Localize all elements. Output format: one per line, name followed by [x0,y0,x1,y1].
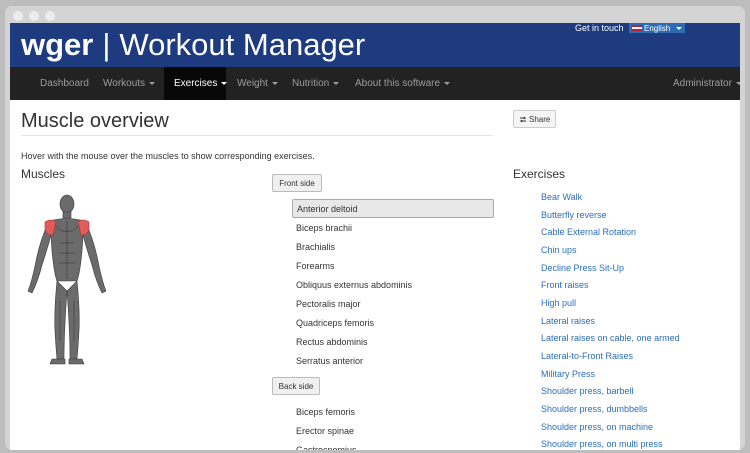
exercise-link[interactable]: Butterfly reverse [541,206,680,224]
muscle-item-quadriceps-femoris[interactable]: Quadriceps femoris [292,313,494,332]
exercise-link[interactable]: Shoulder press, on machine [541,418,680,436]
page-title: Muscle overview [21,110,169,132]
exercise-link[interactable]: Lateral-to-Front Raises [541,347,680,365]
nav-workouts[interactable]: Workouts [93,67,165,100]
muscle-item-biceps-femoris[interactable]: Biceps femoris [292,402,494,421]
nav-dashboard-label: Dashboard [40,78,89,89]
maximize-dot[interactable] [45,11,55,21]
share-label: Share [529,114,551,124]
nav-exercises[interactable]: Exercises [164,67,228,100]
exercise-link[interactable]: Front raises [541,276,680,294]
caret-down-icon [735,82,740,85]
exercise-link[interactable]: Bear Walk [541,188,680,206]
get-in-touch-link[interactable]: Get in touch [575,23,624,33]
caret-down-icon [444,82,451,85]
muscle-item-obliquus-externus[interactable]: Obliquus externus abdominis [292,275,494,294]
caret-down-icon [149,82,156,85]
nav-nutrition[interactable]: Nutrition [282,67,349,100]
site-header: wger | Workout Manager Get in touch Engl… [10,23,740,67]
nav-weight-label: Weight [237,78,268,89]
muscles-heading: Muscles [21,167,66,181]
muscle-item-anterior-deltoid[interactable]: Anterior deltoid [292,199,494,218]
muscle-item-biceps-brachii[interactable]: Biceps brachii [292,218,494,237]
browser-window: wger | Workout Manager Get in touch Engl… [5,6,745,450]
brand[interactable]: wger | Workout Manager [21,23,365,67]
close-dot[interactable] [13,11,23,21]
caret-down-icon [271,82,278,85]
exercise-link[interactable]: Decline Press Sit-Up [541,259,680,277]
muscle-item-forearms[interactable]: Forearms [292,256,494,275]
exercise-link[interactable]: Shoulder press, barbell [541,383,680,401]
muscle-figure-front[interactable] [22,191,112,366]
exercise-link[interactable]: High pull [541,294,680,312]
muscle-item-serratus-anterior[interactable]: Serratus anterior [292,351,494,370]
share-icon [519,116,527,122]
hover-hint: Hover with the mouse over the muscles to… [21,151,315,161]
caret-down-icon [676,26,683,30]
uk-flag-icon [632,25,642,31]
exercise-link[interactable]: Lateral raises on cable, one armed [541,330,680,348]
title-divider [21,135,493,136]
nav-dashboard[interactable]: Dashboard [30,67,99,100]
muscle-item-erector-spinae[interactable]: Erector spinae [292,421,494,440]
muscle-item-rectus-abdominis[interactable]: Rectus abdominis [292,332,494,351]
nav-user-menu[interactable]: Administrator [663,67,740,100]
nav-about-label: About this software [355,78,441,89]
nav-workouts-label: Workouts [103,78,146,89]
exercise-link[interactable]: Shoulder press, on multi press [541,436,680,450]
exercise-list: Bear Walk Butterfly reverse Cable Extern… [541,188,680,450]
nav-weight[interactable]: Weight [227,67,288,100]
language-label: English [644,23,671,33]
share-button[interactable]: Share [513,110,557,128]
brand-separator: | [102,27,111,62]
brand-logo: wger [21,27,94,62]
nav-exercises-label: Exercises [174,78,218,89]
muscle-item-gastrocnemius[interactable]: Gastrocnemius [292,440,494,451]
minimize-dot[interactable] [29,11,39,21]
exercises-heading: Exercises [513,167,566,181]
main-navbar: Dashboard Workouts Exercises Weight Nutr… [10,67,740,100]
back-side-button[interactable]: Back side [272,377,320,395]
exercise-link[interactable]: Shoulder press, dumbbells [541,400,680,418]
brand-title: Workout Manager [119,27,366,62]
back-muscle-list: Biceps femoris Erector spinae Gastrocnem… [292,402,494,451]
language-dropdown[interactable]: English [629,23,686,33]
muscle-item-pectoralis-major[interactable]: Pectoralis major [292,294,494,313]
exercise-link[interactable]: Cable External Rotation [541,223,680,241]
exercise-link[interactable]: Lateral raises [541,312,680,330]
nav-about[interactable]: About this software [345,67,460,100]
muscle-item-brachialis[interactable]: Brachialis [292,237,494,256]
caret-down-icon [333,82,340,85]
window-controls [13,11,55,21]
exercise-link[interactable]: Chin ups [541,241,680,259]
nav-user-label: Administrator [673,78,732,89]
front-muscle-list: Anterior deltoid Biceps brachii Brachial… [292,199,494,370]
exercise-link[interactable]: Military Press [541,365,680,383]
front-side-button[interactable]: Front side [272,174,322,192]
page-content: wger | Workout Manager Get in touch Engl… [10,23,740,450]
nav-nutrition-label: Nutrition [292,78,330,89]
